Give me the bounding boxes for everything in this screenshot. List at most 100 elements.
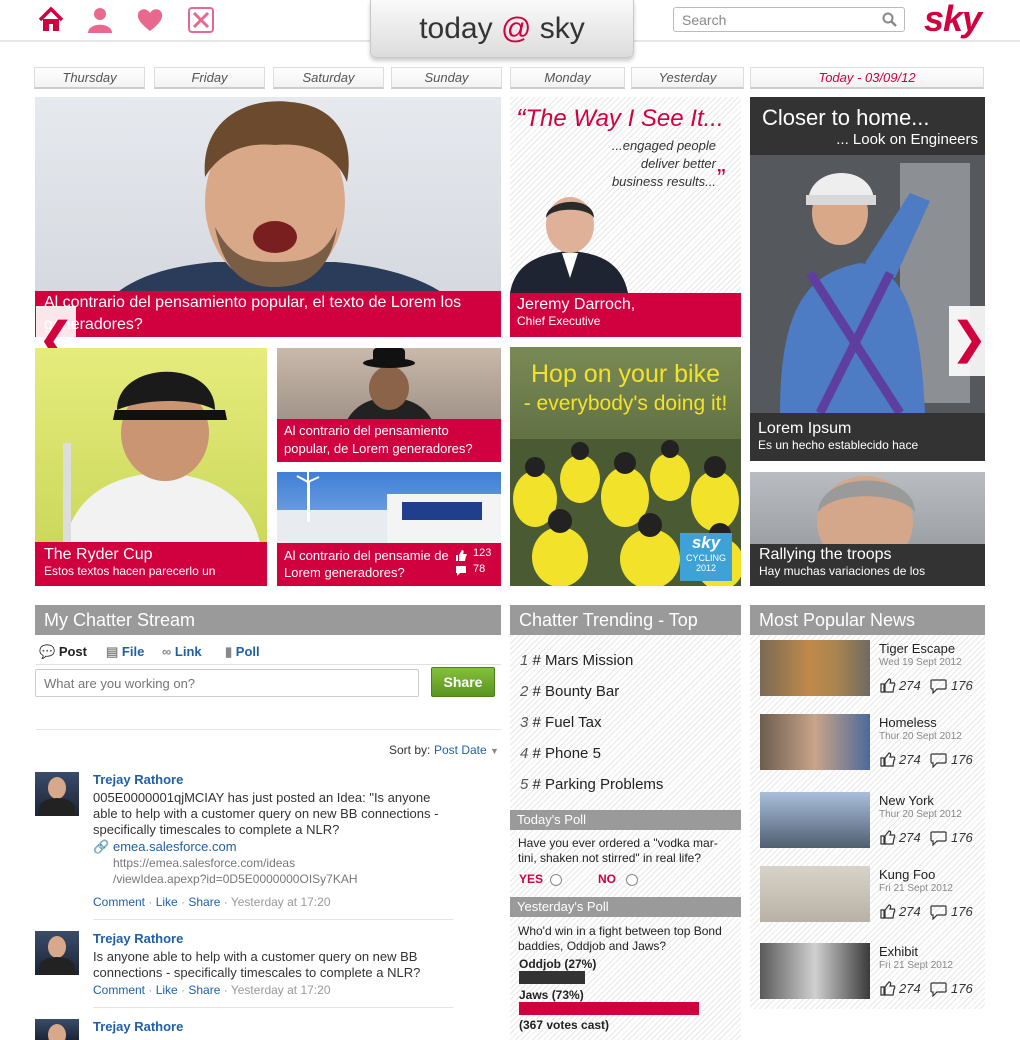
comment-link[interactable]: Comment [93,895,145,909]
thumbs-up-icon[interactable] [880,981,896,996]
day-tab-thursday[interactable]: Thursday [34,67,145,89]
sky-logo[interactable]: sky [924,0,982,40]
bike-headline-1: Hop on your bike [530,360,720,388]
profile-icon[interactable] [86,6,114,34]
poll-no-option[interactable]: NO [598,872,639,886]
main-feature-text: Al contrario del pensamiento popular, el… [44,294,462,333]
link-icon: 🔗 [93,839,110,854]
thumbs-up-icon[interactable] [880,904,896,919]
ryder-cup-tile[interactable]: The Ryder Cup Estos textos hacen parecer… [35,348,267,586]
rallying-tile[interactable]: Rallying the troops Hay muchas variacion… [750,472,985,586]
news-thumbnail[interactable] [760,943,870,999]
share-button[interactable]: Share [431,667,495,697]
carousel-next-arrow[interactable]: ❯ [949,306,989,376]
news-title[interactable]: Exhibit [879,944,918,959]
thumbs-up-icon[interactable] [880,678,896,693]
comment-icon[interactable] [930,831,947,846]
day-tab-sunday[interactable]: Sunday [391,67,502,89]
trending-item[interactable]: 4 # Phone 5 [520,738,735,769]
share-link[interactable]: Share [188,895,220,909]
news-comments: 176 [951,752,973,767]
popular-title: Most Popular News [750,605,985,635]
news-comments: 176 [951,981,973,996]
main-feature-caption[interactable]: Al contrario del pensamiento popular, el… [35,291,501,337]
sort-label: Sort by: [389,743,431,757]
avatar[interactable] [35,1019,79,1040]
poll-icon: ▮ [225,644,233,659]
comment-icon[interactable] [930,679,947,694]
comment-icon[interactable] [930,905,947,920]
news-thumbnail[interactable] [760,866,870,922]
ceo-quote-tile[interactable]: “The Way I See It... ...engaged people d… [510,97,741,337]
like-link[interactable]: Like [156,983,178,997]
ryder-cup-caption: The Ryder Cup Estos textos hacen parecer… [35,542,267,586]
tab-file[interactable]: ▤ File [106,644,144,660]
post-actions: Comment · Like · Share · Yesterday at 17… [93,983,331,997]
news-thumbnail[interactable] [760,640,870,696]
engineers-tile[interactable]: Closer to home... ... Look on Engineers … [750,97,985,461]
building-tile[interactable]: Al contrario del pensamie de Lorem gener… [277,472,501,586]
bike-tile[interactable]: Hop on your bike - everybody's doing it!… [510,347,741,586]
news-likes: 274 [899,981,921,996]
post-text: 005E0000001qjMCIAY has just posted an Id… [93,790,439,837]
post-author[interactable]: Trejay Rathore [93,1019,183,1034]
badge-year: 2012 [695,563,717,573]
ceo-name: Jeremy Darroch, [517,296,636,313]
news-title[interactable]: New York [879,793,934,808]
chatter-input-box[interactable] [35,669,419,697]
heart-icon[interactable] [136,6,164,34]
trending-title: Chatter Trending - Top [510,605,741,635]
post-url-1[interactable]: https://emea.salesforce.com/ideas [113,856,295,870]
tab-link[interactable]: ∞ Link [162,644,202,659]
sort-dropdown[interactable]: Post Date ▼ [434,743,499,757]
avatar[interactable] [35,772,79,816]
day-tab-today[interactable]: Today - 03/09/12 [750,67,984,89]
trending-item[interactable]: 3 # Fuel Tax [520,707,735,738]
bond-tile[interactable]: Al contrario del pensamiento popular, de… [277,348,501,462]
tab-file-label: File [121,644,145,659]
comment-icon[interactable] [930,753,947,768]
day-tab-saturday[interactable]: Saturday [273,67,384,89]
home-icon[interactable] [37,6,65,34]
search-icon[interactable] [882,12,898,28]
trending-item[interactable]: 1 # Mars Mission [520,645,735,676]
rally-photo [817,476,915,544]
chatter-input[interactable] [36,670,406,696]
news-title[interactable]: Tiger Escape [879,641,955,656]
post-url-2[interactable]: /viewIdea.apexp?id=0D5E0000000OISy7KAH [113,872,358,886]
poll-yes-option[interactable]: YES [519,872,562,886]
search-box[interactable] [673,7,905,32]
thumbs-up-icon[interactable] [880,830,896,845]
tab-post[interactable]: 💬 Post [39,644,87,660]
news-title[interactable]: Homeless [879,715,937,730]
thumbs-up-icon [456,550,467,561]
thumbs-up-icon[interactable] [880,752,896,767]
poll-yes-radio[interactable] [549,873,562,886]
rally-title: Rallying the troops [759,546,892,563]
day-tab-monday[interactable]: Monday [510,67,625,89]
main-feature-tile[interactable]: Al contrario del pensamiento popular, el… [35,97,501,337]
post-link[interactable]: emea.salesforce.com [113,839,237,854]
news-title[interactable]: Kung Foo [879,867,935,882]
trending-item[interactable]: 5 # Parking Problems [520,769,735,800]
news-date: Fri 21 Sept 2012 [879,883,953,894]
poll-no-radio[interactable] [626,873,639,886]
news-thumbnail[interactable] [760,714,870,770]
trending-item[interactable]: 2 # Bounty Bar [520,676,735,707]
post-author[interactable]: Trejay Rathore [93,772,183,787]
comment-link[interactable]: Comment [93,983,145,997]
post-author[interactable]: Trejay Rathore [93,931,183,946]
day-tab-friday[interactable]: Friday [154,67,265,89]
day-tab-yesterday[interactable]: Yesterday [631,67,744,89]
tab-poll[interactable]: ▮ Poll [225,644,260,660]
brand-tab[interactable]: today @ sky [370,0,634,58]
comment-icon[interactable] [930,982,947,997]
avatar[interactable] [35,931,79,975]
post-text: Is anyone able to help with a customer q… [93,949,421,980]
tools-icon[interactable] [187,6,215,34]
search-input[interactable] [674,8,874,31]
trending-tag: # Fuel Tax [532,714,602,731]
like-link[interactable]: Like [156,895,178,909]
news-thumbnail[interactable] [760,792,870,848]
share-link[interactable]: Share [188,983,220,997]
